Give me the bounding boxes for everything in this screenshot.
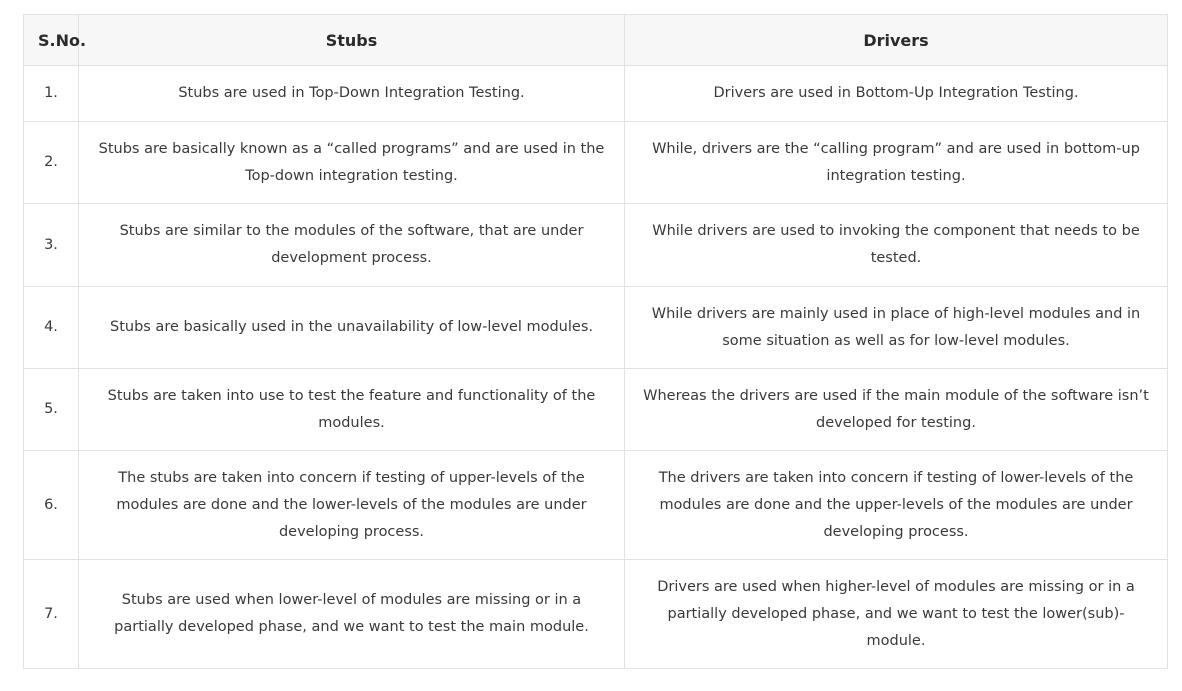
- table-row: 2. Stubs are basically known as a “called…: [23, 121, 1168, 204]
- table-row: 4. Stubs are basically used in the unavai…: [23, 286, 1168, 369]
- row-number: 6.: [23, 450, 79, 560]
- table-row: 6. The stubs are taken into concern if te…: [23, 450, 1168, 560]
- row-number: 1.: [23, 65, 79, 122]
- row-number: 7.: [23, 559, 79, 669]
- row-number: 2.: [23, 121, 79, 204]
- table-row: 3. Stubs are similar to the modules of th…: [23, 203, 1168, 287]
- header-row: S.No. Stubs Drivers: [23, 14, 1168, 66]
- drivers-cell: While drivers are mainly used in place o…: [624, 286, 1168, 369]
- stubs-cell: Stubs are basically known as a “called p…: [78, 121, 625, 204]
- stubs-cell: Stubs are taken into use to test the fea…: [78, 368, 625, 451]
- table-row: 1. Stubs are used in Top-Down Integration…: [23, 65, 1168, 122]
- stubs-cell: Stubs are used when lower-level of modul…: [78, 559, 625, 669]
- stubs-cell: Stubs are used in Top-Down Integration T…: [78, 65, 625, 122]
- drivers-cell: Whereas the drivers are used if the main…: [624, 368, 1168, 451]
- stubs-cell: Stubs are similar to the modules of the …: [78, 203, 625, 287]
- header-drivers: Drivers: [624, 14, 1168, 66]
- drivers-cell: Drivers are used in Bottom-Up Integratio…: [624, 65, 1168, 122]
- comparison-table: S.No. Stubs Drivers 1. Stubs are used in …: [23, 14, 1168, 669]
- header-sno: S.No.: [23, 14, 86, 66]
- table-row: 5. Stubs are taken into use to test the f…: [23, 368, 1168, 451]
- stubs-cell: The stubs are taken into concern if test…: [78, 450, 625, 560]
- stubs-cell: Stubs are basically used in the unavaila…: [78, 286, 625, 369]
- row-number: 3.: [23, 203, 79, 287]
- drivers-cell: While, drivers are the “calling program”…: [624, 121, 1168, 204]
- drivers-cell: While drivers are used to invoking the c…: [624, 203, 1168, 287]
- table-row: 7. Stubs are used when lower-level of mod…: [23, 559, 1168, 669]
- drivers-cell: Drivers are used when higher-level of mo…: [624, 559, 1168, 669]
- row-number: 5.: [23, 368, 79, 451]
- drivers-cell: The drivers are taken into concern if te…: [624, 450, 1168, 560]
- header-stubs: Stubs: [78, 14, 625, 66]
- row-number: 4.: [23, 286, 79, 369]
